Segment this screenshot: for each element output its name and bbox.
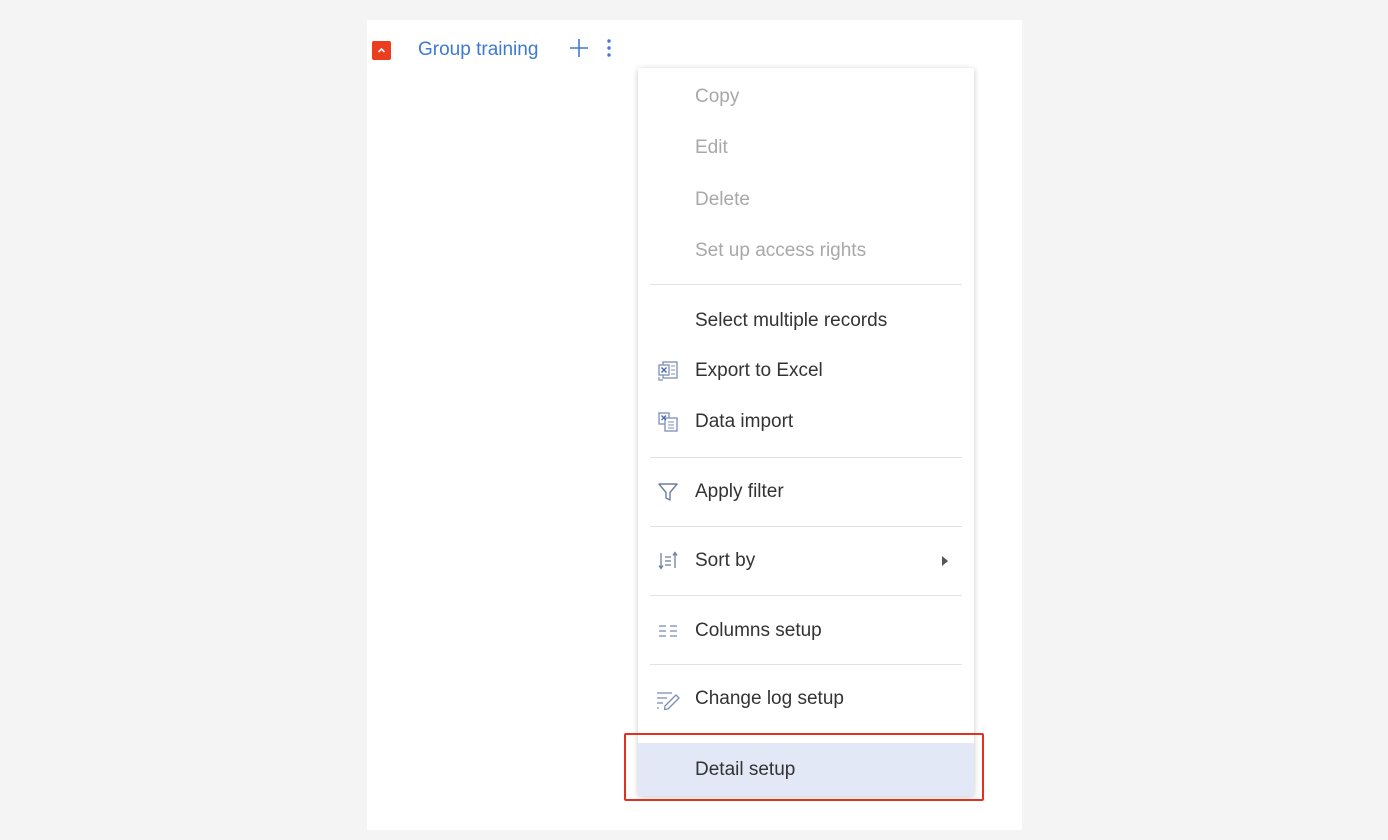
collapse-button[interactable] [372, 40, 391, 60]
filter-icon [655, 479, 681, 505]
menu-item-label: Columns setup [695, 620, 822, 641]
menu-item-access-rights[interactable]: Set up access rights [638, 228, 974, 274]
change-log-icon [655, 686, 681, 712]
menu-item-data-import[interactable]: Data import [638, 399, 974, 445]
vertical-ellipsis-icon [606, 38, 612, 63]
menu-item-edit[interactable]: Edit [638, 125, 974, 171]
menu-item-label: Apply filter [695, 481, 784, 502]
columns-icon [655, 618, 681, 644]
data-import-icon [655, 409, 681, 435]
menu-separator [650, 526, 962, 527]
menu-item-sort-by[interactable]: Sort by [638, 538, 974, 584]
menu-separator [650, 457, 962, 458]
menu-item-delete[interactable]: Delete [638, 177, 974, 223]
menu-item-columns-setup[interactable]: Columns setup [638, 608, 974, 654]
menu-item-label: Sort by [695, 550, 756, 571]
menu-item-apply-filter[interactable]: Apply filter [638, 469, 974, 515]
detail-header: Group training [372, 36, 614, 64]
menu-item-label: Set up access rights [695, 240, 867, 261]
menu-separator [650, 595, 962, 596]
chevron-up-icon [376, 45, 387, 56]
menu-item-label: Select multiple records [695, 310, 888, 331]
menu-item-label: Delete [695, 189, 750, 210]
sort-icon [655, 548, 681, 574]
plus-icon [569, 38, 589, 63]
menu-item-label: Detail setup [695, 758, 796, 780]
more-actions-button[interactable] [604, 38, 614, 63]
menu-item-copy[interactable]: Copy [638, 74, 974, 120]
detail-title[interactable]: Group training [418, 39, 538, 61]
menu-item-select-multiple[interactable]: Select multiple records [638, 298, 974, 344]
excel-export-icon [655, 358, 681, 384]
menu-item-label: Change log setup [695, 688, 844, 709]
menu-item-change-log-setup[interactable]: Change log setup [638, 676, 974, 722]
menu-item-label: Data import [695, 411, 794, 432]
add-record-button[interactable] [568, 38, 590, 63]
menu-item-label: Export to Excel [695, 360, 823, 381]
menu-separator [650, 284, 962, 285]
menu-item-label: Edit [695, 137, 728, 158]
actions-menu: Copy Edit Delete Set up access rights Se… [638, 68, 974, 796]
menu-item-detail-setup[interactable]: Detail setup [638, 743, 974, 796]
menu-item-export-excel[interactable]: Export to Excel [638, 348, 974, 394]
menu-separator [650, 664, 962, 665]
submenu-arrow-icon [942, 556, 948, 566]
menu-item-label: Copy [695, 86, 740, 107]
